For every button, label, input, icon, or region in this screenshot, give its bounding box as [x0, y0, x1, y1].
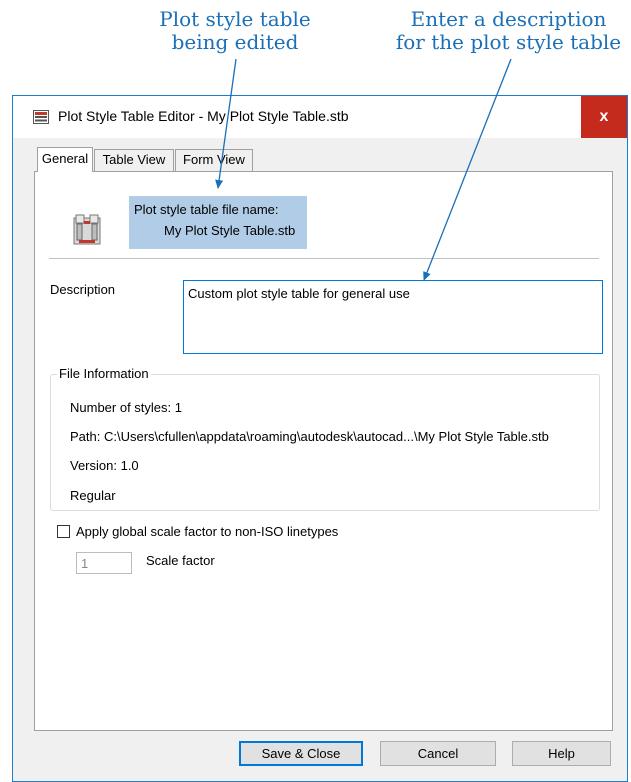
- file-path: Path: C:\Users\cfullen\appdata\roaming\a…: [70, 429, 549, 444]
- callout-plot-style-table: Plot style table being edited: [135, 8, 335, 54]
- number-of-styles: Number of styles: 1: [70, 400, 182, 415]
- callout-line: being edited: [171, 30, 299, 54]
- apply-scale-checkbox[interactable]: [57, 525, 70, 538]
- help-button[interactable]: Help: [512, 741, 611, 766]
- callout-description: Enter a description for the plot style t…: [386, 8, 631, 54]
- tab-form-view[interactable]: Form View: [175, 149, 253, 171]
- close-button[interactable]: x: [581, 96, 627, 138]
- plot-style-app-icon: [33, 110, 49, 124]
- apply-scale-label[interactable]: Apply global scale factor to non-ISO lin…: [76, 524, 338, 539]
- window-title: Plot Style Table Editor - My Plot Style …: [58, 108, 349, 124]
- file-type: Regular: [70, 488, 116, 503]
- plot-style-editor-window: Plot Style Table Editor - My Plot Style …: [12, 95, 628, 782]
- file-information-title: File Information: [57, 366, 151, 381]
- callout-line: Enter a description: [410, 7, 607, 31]
- title-bar: Plot Style Table Editor - My Plot Style …: [13, 96, 627, 138]
- file-version: Version: 1.0: [70, 458, 139, 473]
- separator: [49, 258, 599, 259]
- file-information-group: File Information Number of styles: 1 Pat…: [50, 366, 600, 511]
- general-tab-panel: Plot style table file name: My Plot Styl…: [34, 171, 613, 731]
- file-name-label: Plot style table file name:: [134, 202, 279, 217]
- plot-style-file-icon: [73, 214, 101, 245]
- scale-factor-input[interactable]: 1: [76, 552, 132, 574]
- description-field[interactable]: Custom plot style table for general use: [183, 280, 603, 354]
- cancel-button[interactable]: Cancel: [380, 741, 496, 766]
- scale-factor-label: Scale factor: [146, 553, 215, 568]
- file-name-box: Plot style table file name: My Plot Styl…: [129, 196, 307, 249]
- tab-table-view[interactable]: Table View: [94, 149, 174, 171]
- callout-line: Plot style table: [159, 7, 311, 31]
- save-close-button[interactable]: Save & Close: [239, 741, 363, 766]
- callout-line: for the plot style table: [395, 30, 622, 54]
- file-name-value: My Plot Style Table.stb: [164, 223, 296, 238]
- description-label: Description: [50, 282, 116, 297]
- tab-general[interactable]: General: [37, 147, 93, 172]
